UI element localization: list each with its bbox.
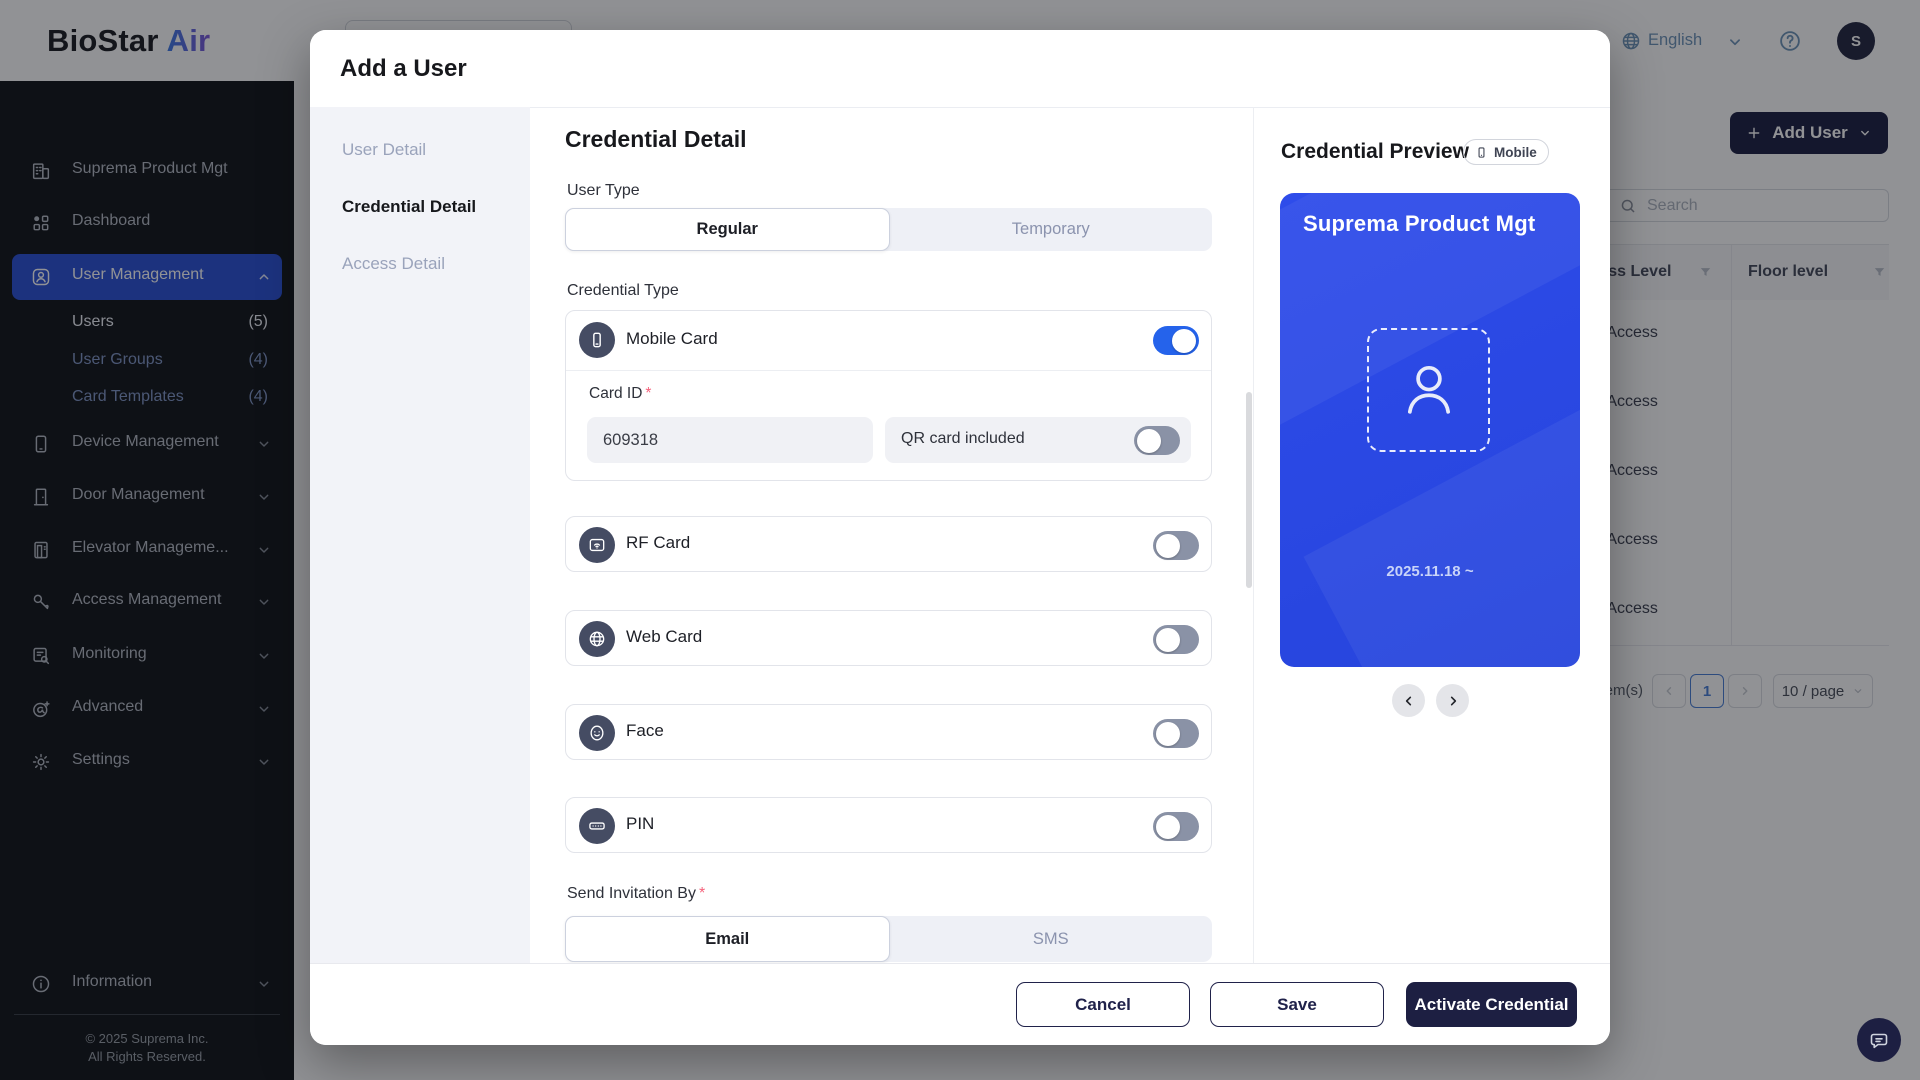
form-scrollbar[interactable]: [1246, 392, 1252, 588]
chat-bubble-icon: [1867, 1028, 1891, 1052]
required-asterisk: *: [699, 885, 705, 902]
face-toggle[interactable]: [1153, 719, 1199, 748]
credential-preview-title: Credential Preview: [1281, 140, 1469, 164]
card-id-label: Card ID*: [589, 385, 651, 403]
app-root: English S Add User Search Access Level: [0, 0, 1920, 1080]
card-org-name: Suprema Product Mgt: [1303, 211, 1535, 237]
web-card-toggle[interactable]: [1153, 625, 1199, 654]
nav-user-detail[interactable]: User Detail: [342, 140, 426, 160]
pin-row: PIN: [565, 797, 1212, 853]
user-type-option-temporary[interactable]: Temporary: [890, 208, 1213, 251]
mobile-card-icon: [579, 322, 615, 358]
web-card-row: Web Card: [565, 610, 1212, 666]
mobile-phone-icon: [1475, 146, 1488, 159]
credential-card-preview: Suprema Product Mgt 2025.11.18 ~: [1280, 193, 1580, 667]
web-card-icon: [579, 621, 615, 657]
face-row: Face: [565, 704, 1212, 760]
chat-button[interactable]: [1857, 1018, 1901, 1062]
pin-icon: [579, 808, 615, 844]
save-button[interactable]: Save: [1210, 982, 1384, 1027]
modal-side-nav: User Detail Credential Detail Access Det…: [310, 107, 530, 963]
preview-prev-button[interactable]: [1392, 684, 1425, 717]
qr-card-label: QR card included: [901, 430, 1025, 448]
card-valid-from: 2025.11.18 ~: [1280, 563, 1580, 580]
user-type-option-regular[interactable]: Regular: [565, 208, 890, 251]
nav-access-detail[interactable]: Access Detail: [342, 254, 445, 274]
section-title: Credential Detail: [565, 126, 747, 153]
modal-header: Add a User: [310, 30, 1610, 108]
user-type-segmented: Regular Temporary: [565, 208, 1212, 251]
mobile-card-toggle[interactable]: [1153, 326, 1199, 355]
preview-divider: [1253, 107, 1254, 963]
group-divider: [566, 370, 1211, 371]
nav-credential-detail[interactable]: Credential Detail: [342, 197, 476, 217]
face-icon: [579, 715, 615, 751]
required-asterisk: *: [645, 385, 651, 402]
user-type-label: User Type: [567, 182, 640, 200]
rf-card-row: RF Card: [565, 516, 1212, 572]
send-invitation-segmented: Email SMS: [565, 916, 1212, 962]
modal-footer: Cancel Save Activate Credential: [310, 963, 1610, 1045]
send-invitation-label: Send Invitation By*: [567, 885, 705, 903]
modal-title: Add a User: [340, 30, 467, 107]
rf-card-toggle[interactable]: [1153, 531, 1199, 560]
activate-credential-button[interactable]: Activate Credential: [1406, 982, 1577, 1027]
mobile-badge: Mobile: [1463, 139, 1549, 165]
credential-type-label: Credential Type: [567, 282, 679, 300]
rf-card-icon: [579, 527, 615, 563]
qr-card-included-row: QR card included: [885, 417, 1191, 463]
invitation-option-sms[interactable]: SMS: [890, 916, 1213, 962]
mobile-card-group: Mobile Card Card ID* QR card included: [565, 310, 1212, 481]
preview-next-button[interactable]: [1436, 684, 1469, 717]
add-user-modal: Add a User User Detail Credential Detail…: [310, 30, 1610, 1045]
qr-card-toggle[interactable]: [1134, 426, 1180, 455]
person-icon: [1400, 359, 1458, 421]
photo-placeholder: [1367, 328, 1490, 452]
card-id-input[interactable]: [587, 417, 873, 463]
cancel-button[interactable]: Cancel: [1016, 982, 1190, 1027]
pin-toggle[interactable]: [1153, 812, 1199, 841]
invitation-option-email[interactable]: Email: [565, 916, 890, 962]
